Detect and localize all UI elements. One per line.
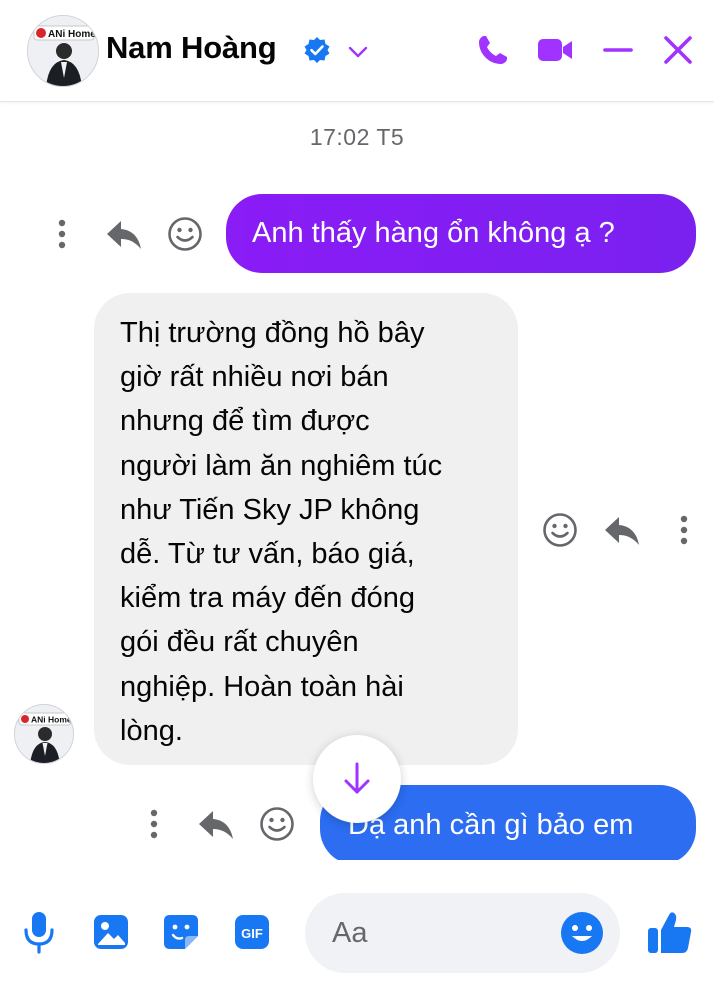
microphone-icon (24, 912, 54, 954)
smiley-icon (168, 217, 202, 251)
react-button[interactable] (256, 803, 298, 845)
message-line: gói đều rất chuyên (120, 626, 359, 659)
message-text: Dạ anh cần gì bảo em (348, 808, 634, 841)
reply-icon (199, 811, 233, 839)
message-line: như Tiến Sky JP không (120, 493, 420, 526)
phone-icon (479, 36, 507, 64)
image-icon (94, 915, 128, 949)
close-icon (664, 36, 692, 64)
more-options-button[interactable] (670, 512, 698, 548)
video-icon (538, 39, 572, 61)
more-vertical-icon (58, 219, 66, 249)
more-options-button[interactable] (48, 216, 76, 252)
scroll-to-bottom-button[interactable] (313, 735, 401, 823)
reply-button[interactable] (196, 804, 236, 844)
message-line: lòng. (120, 714, 183, 747)
gif-icon: GIF (235, 915, 269, 949)
react-button[interactable] (539, 509, 581, 551)
gif-button[interactable]: GIF (227, 905, 277, 959)
minimize-icon (603, 48, 633, 52)
verified-badge-icon (304, 37, 330, 63)
attach-image-button[interactable] (86, 905, 136, 959)
arrow-down-icon (344, 762, 370, 794)
message-line: người làm ăn nghiêm túc (120, 449, 443, 482)
message-line: giờ rất nhiều nơi bán (120, 361, 389, 394)
emoji-icon[interactable] (557, 908, 607, 958)
svg-text:GIF: GIF (241, 926, 263, 941)
reply-button[interactable] (602, 510, 642, 550)
svg-text:ANi Home: ANi Home (48, 29, 96, 40)
close-button[interactable] (657, 28, 699, 72)
more-vertical-icon (680, 515, 688, 545)
chat-header: ANi Home Nam Hoàng (0, 0, 714, 102)
video-call-button[interactable] (534, 28, 576, 72)
sticker-icon (164, 915, 198, 949)
message-line: nhưng để tìm được (120, 405, 370, 438)
svg-text:ANi Home: ANi Home (31, 715, 72, 725)
reply-icon (107, 221, 141, 249)
message-line: nghiệp. Hoàn toàn hài (120, 670, 404, 703)
incoming-message-bubble[interactable]: Thị trường đồng hồ bây giờ rất nhiều nơi… (94, 293, 518, 765)
smiley-icon (260, 807, 294, 841)
reply-button[interactable] (104, 214, 144, 254)
voice-clip-button[interactable] (14, 905, 64, 959)
reply-icon (605, 517, 639, 545)
phone-call-button[interactable] (472, 28, 514, 72)
sender-avatar[interactable]: ANi Home (14, 704, 74, 764)
minimize-button[interactable] (597, 28, 639, 72)
message-line: dễ. Từ tư vấn, báo giá, (120, 538, 415, 571)
react-button[interactable] (164, 213, 206, 255)
more-options-button[interactable] (140, 806, 168, 842)
smiley-icon (543, 513, 577, 547)
outgoing-message-bubble[interactable]: Anh thấy hàng ổn không ạ ? (226, 194, 696, 273)
sticker-button[interactable] (156, 905, 206, 959)
message-line: Thị trường đồng hồ bây (120, 317, 425, 349)
thumbs-up-icon (648, 912, 692, 953)
message-text: Anh thấy hàng ổn không ạ ? (252, 217, 615, 249)
message-timestamp: 17:02 T5 (309, 124, 405, 150)
contact-avatar[interactable]: ANi Home (27, 15, 99, 87)
message-line: kiểm tra máy đến đóng (120, 582, 415, 615)
chevron-down-icon[interactable] (344, 38, 372, 66)
send-like-button[interactable] (642, 905, 698, 959)
contact-name[interactable]: Nam Hoàng (106, 30, 277, 66)
more-vertical-icon (150, 809, 158, 839)
